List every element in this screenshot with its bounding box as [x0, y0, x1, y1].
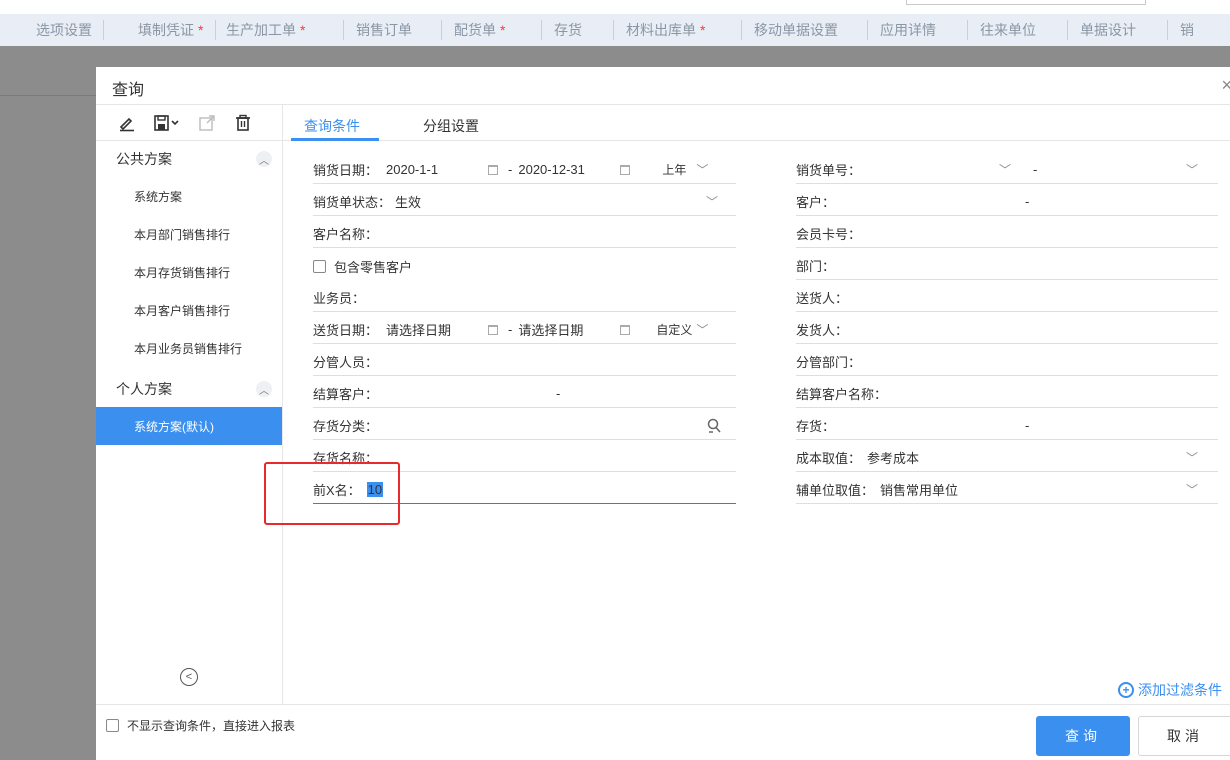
tab-doc-design[interactable]: 单据设计 — [1068, 20, 1168, 40]
dept-row[interactable]: 部门： — [796, 252, 1218, 280]
cancel-button[interactable]: 取消 — [1138, 716, 1230, 756]
scheme-panel: 公共方案 ︿ 系统方案 本月部门销售排行 本月存货销售排行 本月客户销售排行 本… — [96, 105, 283, 705]
sale-date-from[interactable]: 2020-1-1 — [386, 162, 474, 177]
query-dialog: 查询 × 公共方案 ︿ 系统方案 本月部门销售排行 本月存货销售排行 本月客户销… — [96, 67, 1230, 760]
tab-allocation[interactable]: 配货单 * — [442, 20, 542, 40]
public-schemes-title: 公共方案 — [116, 151, 172, 167]
scheme-item-customer-ranking[interactable]: 本月客户销售排行 — [96, 291, 282, 329]
top-tab-bar: 选项设置 填制凭证 * 生产加工单 * 销售订单 配货单 * 存货 材料出库单 * 移动… — [0, 0, 1230, 96]
chevron-up-icon[interactable]: ︿ — [256, 381, 272, 397]
chevron-up-icon[interactable]: ︿ — [256, 151, 272, 167]
scheme-item-salesperson-ranking[interactable]: 本月业务员销售排行 — [96, 329, 282, 367]
tab-material-out[interactable]: 材料出库单 * — [614, 20, 742, 40]
aux-unit-select[interactable]: 销售常用单位 — [880, 480, 1186, 499]
manager-row[interactable]: 分管人员： — [313, 348, 736, 376]
salesperson-row[interactable]: 业务员： — [313, 284, 736, 312]
skip-conditions-option[interactable]: 不显示查询条件，直接进入报表 — [106, 717, 295, 734]
chevron-down-icon[interactable]: ﹀ — [1186, 161, 1198, 178]
delivery-date-preset[interactable]: 自定义 — [656, 321, 692, 338]
settle-customer-name-row[interactable]: 结算客户名称： — [796, 380, 1218, 408]
status-row[interactable]: 销货单状态： 生效 ﹀ — [313, 188, 736, 216]
collapse-panel-icon[interactable]: < — [180, 668, 198, 686]
chevron-down-icon[interactable]: ﹀ — [696, 161, 708, 178]
stock-category-row[interactable]: 存货分类： — [313, 412, 736, 440]
scheme-item-dept-ranking[interactable]: 本月部门销售排行 — [96, 215, 282, 253]
chevron-down-icon[interactable]: ﹀ — [706, 193, 718, 210]
dialog-footer: 不显示查询条件，直接进入报表 查询 取消 — [96, 704, 1230, 760]
manage-dept-row[interactable]: 分管部门： — [796, 348, 1218, 376]
shipper-row[interactable]: 发货人： — [796, 316, 1218, 344]
scheme-item-stock-ranking[interactable]: 本月存货销售排行 — [96, 253, 282, 291]
tab-sales-order[interactable]: 销售订单 — [344, 20, 442, 40]
edit-icon[interactable] — [116, 112, 138, 134]
public-schemes-header[interactable]: 公共方案 ︿ — [96, 141, 282, 177]
chevron-down-icon[interactable]: ﹀ — [1186, 449, 1198, 466]
skip-conditions-checkbox[interactable] — [106, 719, 119, 732]
top-search-box[interactable] — [906, 0, 1146, 5]
include-retail-row: 包含零售客户 — [313, 252, 736, 280]
tab-options[interactable]: 选项设置 — [0, 20, 104, 40]
settle-customer-row[interactable]: 结算客户： - — [313, 380, 736, 408]
chevron-down-icon[interactable]: ﹀ — [696, 321, 708, 338]
aux-unit-row[interactable]: 辅单位取值： 销售常用单位 ﹀ — [796, 476, 1218, 504]
stock-row[interactable]: 存货： - — [796, 412, 1218, 440]
scheme-toolbar — [96, 105, 282, 141]
scheme-item-system-default[interactable]: 系统方案(默认) — [96, 407, 282, 445]
export-icon[interactable] — [196, 112, 218, 134]
delivery-date-to[interactable]: 请选择日期 — [518, 320, 608, 339]
sale-no-row: 销货单号： ﹀ - ﹀ — [796, 156, 1218, 184]
cost-select[interactable]: 参考成本 — [867, 448, 1186, 467]
add-filter-button[interactable]: + 添加过滤条件 — [1118, 680, 1222, 700]
tab-stock[interactable]: 存货 — [542, 20, 614, 40]
calendar-icon[interactable] — [620, 164, 631, 175]
active-tab-indicator — [291, 138, 379, 141]
content-tabs: 查询条件 分组设置 — [283, 105, 1230, 141]
dialog-title: 查询 — [112, 82, 145, 99]
chevron-down-icon[interactable]: ﹀ — [1186, 481, 1198, 498]
calendar-icon[interactable] — [488, 164, 499, 175]
sale-date-to[interactable]: 2020-12-31 — [518, 162, 606, 177]
tab-app-detail[interactable]: 应用详情 — [868, 20, 968, 40]
tab-production[interactable]: 生产加工单 * — [216, 20, 344, 40]
search-icon[interactable] — [706, 418, 722, 434]
trash-icon[interactable] — [232, 112, 254, 134]
tab-query-conditions[interactable]: 查询条件 — [304, 116, 360, 136]
query-button[interactable]: 查询 — [1036, 716, 1130, 756]
deliverer-row[interactable]: 送货人： — [796, 284, 1218, 312]
dialog-titlebar: 查询 × — [96, 67, 1230, 105]
calendar-icon[interactable] — [488, 324, 499, 335]
delivery-date-row: 送货日期： 请选择日期 - 请选择日期 自定义 ﹀ — [313, 316, 736, 344]
personal-schemes-header[interactable]: 个人方案 ︿ — [96, 371, 282, 407]
personal-schemes-title: 个人方案 — [116, 381, 172, 397]
calendar-icon[interactable] — [620, 324, 631, 335]
tab-partners[interactable]: 往来单位 — [968, 20, 1068, 40]
status-select[interactable]: 生效 — [395, 192, 706, 211]
query-content: 查询条件 分组设置 销货日期： 2020-1-1 - 2020-12-31 上年… — [283, 105, 1230, 705]
chevron-down-icon[interactable]: ﹀ — [999, 161, 1011, 178]
member-card-row[interactable]: 会员卡号： — [796, 220, 1218, 248]
include-retail-checkbox[interactable] — [313, 259, 326, 273]
customer-row[interactable]: 客户： - — [796, 188, 1218, 216]
document-tabs: 选项设置 填制凭证 * 生产加工单 * 销售订单 配货单 * 存货 材料出库单 * 移动… — [0, 14, 1230, 46]
sale-date-preset[interactable]: 上年 — [662, 161, 686, 178]
save-icon[interactable] — [152, 112, 182, 134]
highlight-annotation-box — [264, 462, 400, 525]
plus-circle-icon: + — [1118, 682, 1134, 698]
tab-group-settings[interactable]: 分组设置 — [423, 116, 479, 136]
cost-row[interactable]: 成本取值： 参考成本 ﹀ — [796, 444, 1218, 472]
sale-date-row: 销货日期： 2020-1-1 - 2020-12-31 上年 ﹀ — [313, 156, 736, 184]
scheme-item-system[interactable]: 系统方案 — [96, 177, 282, 215]
tab-overflow[interactable]: 销 — [1168, 20, 1208, 40]
customer-name-row[interactable]: 客户名称： — [313, 220, 736, 248]
close-icon[interactable]: × — [1221, 75, 1230, 96]
delivery-date-from[interactable]: 请选择日期 — [386, 320, 476, 339]
tab-voucher[interactable]: 填制凭证 * — [104, 20, 216, 40]
tab-mobile-settings[interactable]: 移动单据设置 — [742, 20, 868, 40]
